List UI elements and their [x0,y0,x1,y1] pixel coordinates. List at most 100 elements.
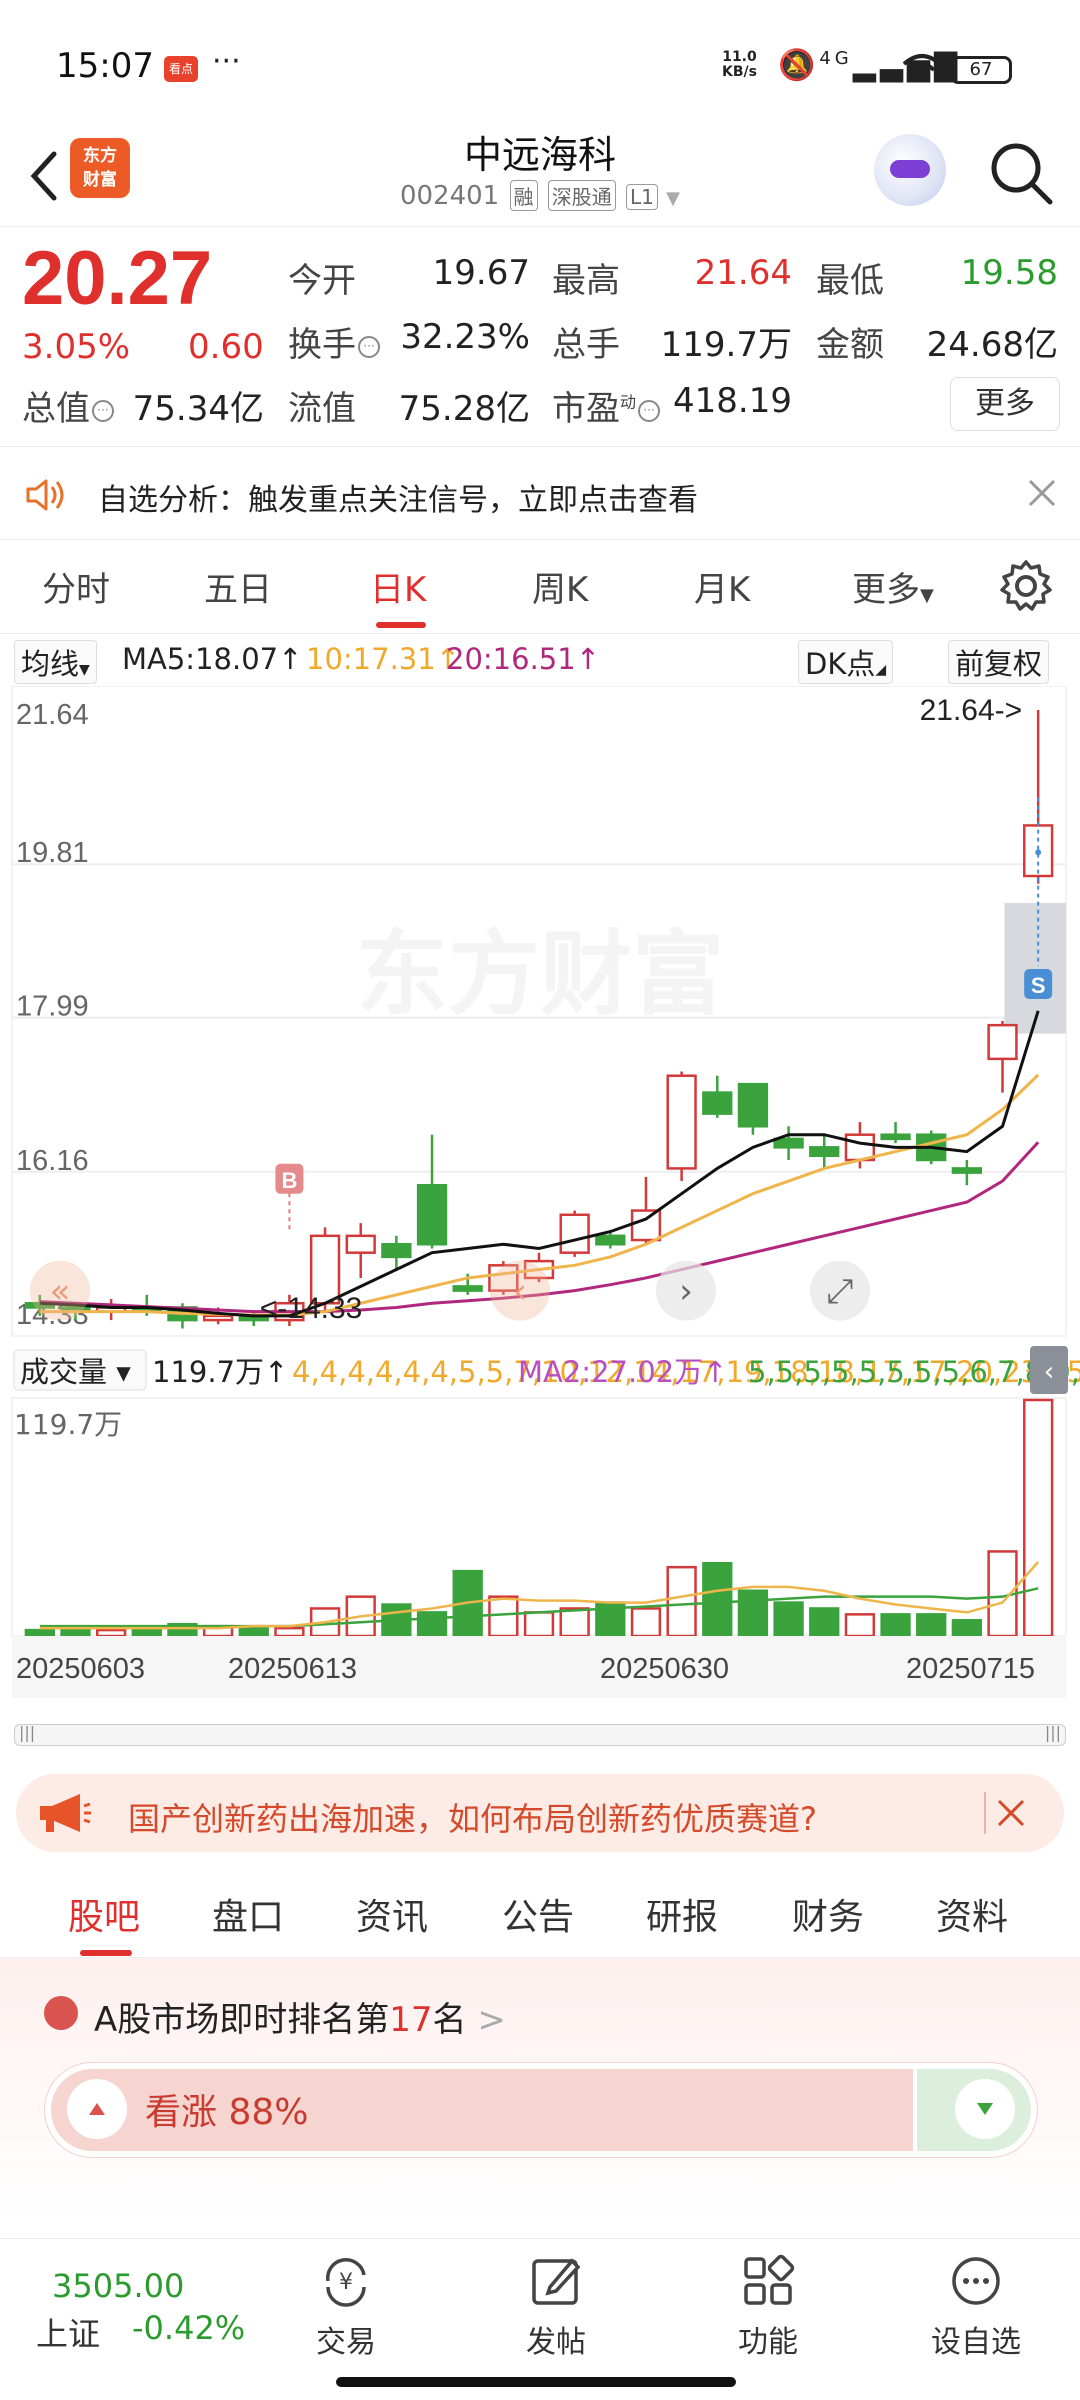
tab-weekly-k[interactable]: 周K [532,562,588,611]
expand-icon[interactable]: ⤢ [826,1272,853,1312]
gear-icon[interactable] [998,558,1054,614]
candle-body [702,1091,733,1115]
market-rank[interactable]: A股市场即时排名第17名 > [94,1992,506,2041]
volume-bar [60,1628,91,1638]
ma-selector[interactable]: 均线▼ [14,640,97,684]
high-annotation: 21.64-> [920,694,1023,727]
scroll-handle-left[interactable]: ||| [19,1723,35,1742]
info-icon[interactable]: ··· [358,335,380,358]
tab-financials[interactable]: 财务 [792,1888,864,1940]
quote-panel: 20.27 3.05% 0.60 今开 19.67 最高 21.64 最低 19… [0,226,1080,444]
dk-point-selector[interactable]: DK点◢ [798,640,894,684]
change-amount: 0.60 [188,327,264,367]
high-value: 21.64 [694,253,792,293]
kline-chart[interactable]: 21.6419.8117.9916.1614.33东方财富21.64-><-14… [0,686,1080,1346]
y-tick-label: 19.81 [16,837,89,869]
y-tick-label: 16.16 [16,1145,89,1177]
candle-body [773,1137,804,1149]
volume-bar [131,1628,162,1638]
promo-banner[interactable]: 国产创新药出海加速，如何布局创新药优质赛道? [16,1774,1064,1852]
candle-body [809,1146,840,1158]
volume-bar [488,1595,519,1638]
market-cap-label: 总值 ··· [22,381,116,430]
tab-announcements[interactable]: 公告 [502,1888,574,1940]
nav-functions[interactable]: 功能 [698,2253,838,2361]
volume-bar [559,1607,590,1638]
chart-range-scrollbar[interactable]: ||| ||| [14,1723,1066,1746]
svg-text:¥: ¥ [339,2270,353,2295]
chevron-right-icon[interactable]: › [679,1272,693,1312]
ai-assistant-icon[interactable] [874,134,946,206]
signal-type: 4G [819,48,853,69]
tab-research[interactable]: 研报 [646,1888,718,1940]
amount-label: 金额 [816,325,884,365]
status-bar: 15:07 看点 ··· 11.0 KB/s 🔕4G▂▃▅▇ 67 [0,0,1080,130]
ma5-value: MA5:18.07↑ [122,642,303,676]
index-change[interactable]: -0.42% [132,2309,245,2347]
close-icon[interactable] [994,1796,1028,1830]
candle-body [452,1285,483,1292]
index-value[interactable]: 3505.00 [52,2267,184,2305]
vote-down-button[interactable] [955,2079,1015,2139]
period-tabs: 分时 五日 日K 周K 月K 更多▼ [0,540,1080,634]
search-icon[interactable] [986,138,1056,208]
volume-bar [737,1589,769,1638]
active-tab-indicator [80,1950,132,1956]
volume-chart[interactable]: 成交量 ▾ 119.7万↑ 4,4,4,4,4,4,5,5,7,10,12,14,1… [0,1346,1080,1716]
signal-banner[interactable]: 自选分析：触发重点关注信号，立即点击查看 [0,446,1080,540]
stock-header: 东方 财富 中远海科 002401 融 深股通 L1 ▼ [0,120,1080,230]
rewind-icon[interactable]: « [50,1272,71,1312]
price-dot [1035,849,1042,856]
chevron-right-icon: > [477,2000,506,2040]
status-time: 15:07 [56,46,154,86]
float-cap-label: 流值 [288,389,356,429]
index-name[interactable]: 上证 [36,2309,100,2355]
tab-orderbook[interactable]: 盘口 [212,1888,284,1940]
tab-daily-k[interactable]: 日K [370,562,426,611]
vote-up-button[interactable] [67,2079,127,2139]
tab-5day[interactable]: 五日 [204,562,272,611]
nav-trade[interactable]: ¥ 交易 [276,2253,416,2361]
chevron-left-icon[interactable]: ‹ [513,1272,527,1312]
candle-body [880,1133,911,1141]
nav-add-watchlist[interactable]: 设自选 [906,2253,1046,2361]
more-notifications-icon: ··· [212,44,241,79]
tab-news[interactable]: 资讯 [356,1888,428,1940]
ma-indicator-row: 均线▼ MA5:18.07↑ 10:17.31↑ 20:16.51↑ DK点◢ … [0,636,1080,686]
tab-profile[interactable]: 资料 [936,1888,1008,1940]
y-tick-label: 21.64 [16,699,89,731]
stock-code: 002401 [399,181,500,211]
volume-bar [773,1601,804,1638]
y-tick-label: 17.99 [16,991,89,1023]
scroll-handle-right[interactable]: ||| [1045,1723,1061,1742]
sell-zone [1004,902,1066,1034]
tab-forum[interactable]: 股吧 [68,1888,140,1940]
bottom-nav: 3505.00 上证 -0.42% ¥ 交易 发帖 功能 设自选 [0,2238,1080,2400]
candle-body [559,1213,590,1254]
close-icon[interactable] [1024,475,1060,511]
candle-body [951,1167,983,1174]
tab-more[interactable]: 更多▼ [852,562,934,611]
stock-detail-screen: 15:07 看点 ··· 11.0 KB/s 🔕4G▂▃▅▇ 67 东方 财富 … [0,0,1080,2400]
battery-icon: 67 [950,56,1012,84]
ma10-value: 10:17.31↑ [306,642,461,676]
tab-monthly-k[interactable]: 月K [694,562,750,611]
divider [984,1792,986,1834]
edit-icon [532,2258,581,2305]
tab-intraday[interactable]: 分时 [42,562,110,611]
more-quote-button[interactable]: 更多 [950,377,1060,431]
adjust-selector[interactable]: 前复权 [948,640,1050,684]
volume-bar [951,1619,983,1638]
market-cap-value: 75.34亿 [132,389,264,429]
info-icon[interactable]: ··· [92,399,114,422]
info-icon[interactable]: ··· [638,399,661,422]
app-badge-icon: 看点 [164,56,198,82]
volume-bar [666,1565,697,1638]
open-value: 19.67 [432,253,530,293]
chevron-left-icon[interactable]: ‹ [1044,1357,1054,1387]
nav-post[interactable]: 发帖 [486,2253,626,2361]
candle-body [737,1082,769,1128]
candle-body [595,1234,626,1246]
volume-bar [523,1611,555,1638]
open-label: 今开 [288,261,356,301]
